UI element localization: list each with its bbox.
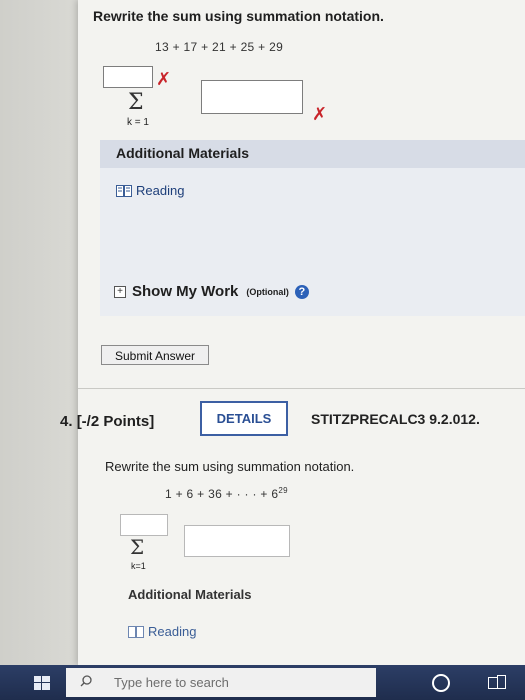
book-icon [116,184,132,197]
section-divider [78,388,525,389]
course-code: STITZPRECALC3 9.2.012. [311,411,480,427]
search-placeholder: Type here to search [114,675,229,690]
q4-reading-link[interactable]: Reading [128,624,196,639]
q4-materials-header: Additional Materials [128,587,252,602]
q3-prompt: Rewrite the sum using summation notation… [93,8,384,24]
materials-header: Additional Materials [116,145,250,161]
q4-lower-index: k=1 [131,561,146,571]
windows-taskbar: Type here to search [0,665,525,700]
help-icon[interactable]: ? [294,284,309,299]
q4-prompt: Rewrite the sum using summation notation… [105,459,355,474]
q3-lower-index: k = 1 [127,117,149,128]
q4-header: 4. [-/2 Points] [60,413,154,430]
q3-term-input[interactable] [201,80,303,114]
q3-upper-wrong-mark: ✗ [156,69,172,89]
q4-expression: 1 + 6 + 36 + · · · + 629 [165,486,288,501]
q4-upper-limit-input[interactable] [120,514,168,536]
cortana-icon[interactable] [432,674,450,692]
q4-expression-exponent: 29 [278,486,288,495]
taskbar-search-box[interactable]: Type here to search [66,668,376,697]
q4-reading-label: Reading [148,624,197,639]
q3-expression: 13 + 17 + 21 + 25 + 29 [155,40,284,54]
show-my-work-label: Show My Work [132,283,239,300]
book-icon [128,625,144,638]
q4-number: 4. [60,413,73,430]
reading-label: Reading [136,183,185,198]
materials-header-bar: Additional Materials [100,140,525,169]
show-my-work-toggle[interactable]: + Show My Work (Optional) ? [114,283,309,300]
expand-plus-icon[interactable]: + [114,285,126,298]
q4-term-input[interactable] [184,525,290,557]
q4-expression-main: 1 + 6 + 36 + · · · + 6 [165,487,279,501]
q3-upper-limit-input[interactable] [103,66,153,88]
q3-term-wrong-mark: ✗ [312,104,328,124]
q4-sigma-symbol: Σ [130,535,145,559]
search-icon [80,675,92,687]
q3-sigma-symbol: Σ [128,90,144,115]
submit-answer-button[interactable]: Submit Answer [101,345,209,365]
q4-points: [-/2 Points] [76,413,155,430]
screen-left-margin [0,0,78,665]
optional-label: (Optional) [246,286,289,297]
task-view-icon[interactable] [488,675,506,691]
windows-logo-icon[interactable] [34,676,50,690]
details-button[interactable]: DETAILS [200,401,288,436]
reading-link[interactable]: Reading [116,183,184,198]
